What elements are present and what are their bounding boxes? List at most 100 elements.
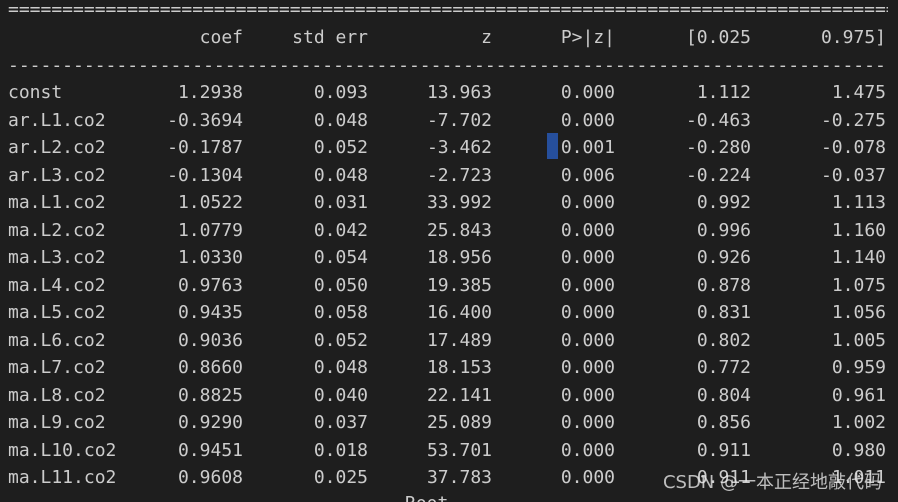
row-p-value: 0.000 <box>560 467 615 488</box>
table-row: ma.L7.co2 0.8660 0.048 18.153 0.000 0.772 0.95… <box>0 354 898 381</box>
top-rule: ========================================… <box>8 0 888 20</box>
row-name: ma.L4.co2 <box>8 275 106 296</box>
table-row: ar.L1.co2 -0.3694 0.048 -7.702 0.000 -0.463 -0… <box>0 107 898 134</box>
row-name: ma.L5.co2 <box>8 302 106 323</box>
text-cursor <box>547 133 558 159</box>
row-ci-low: -0.224 <box>685 165 751 186</box>
row-std-err: 0.050 <box>313 275 368 296</box>
row-z: 19.385 <box>426 275 492 296</box>
table-row: ma.L2.co2 1.0779 0.042 25.843 0.000 0.996 1.16… <box>0 217 898 244</box>
row-std-err: 0.018 <box>313 440 368 461</box>
row-z: 22.141 <box>426 385 492 406</box>
row-ci-low: 0.772 <box>696 357 751 378</box>
row-std-err: 0.048 <box>313 165 368 186</box>
row-p-value: 0.000 <box>560 110 615 131</box>
row-p-value: 0.000 <box>560 220 615 241</box>
row-name: const <box>8 82 63 103</box>
row-p-value: 0.000 <box>560 82 615 103</box>
row-std-err: 0.048 <box>313 110 368 131</box>
row-z: 13.963 <box>426 82 492 103</box>
table-row: ma.L8.co2 0.8825 0.040 22.141 0.000 0.804 0.96… <box>0 382 898 409</box>
row-ci-high: -0.078 <box>820 137 886 158</box>
table-row: ma.L6.co2 0.9036 0.052 17.489 0.000 0.802 1.00… <box>0 327 898 354</box>
table-row: ma.L5.co2 0.9435 0.058 16.400 0.000 0.831 1.05… <box>0 299 898 326</box>
cutoff-text: Root <box>405 494 448 502</box>
table-row: ma.L1.co2 1.0522 0.031 33.992 0.000 0.992 1.11… <box>0 189 898 216</box>
row-z: -7.702 <box>426 110 492 131</box>
table-row: ar.L3.co2 -0.1304 0.048 -2.723 0.006 -0.224 -0… <box>0 162 898 189</box>
row-ci-low: 0.878 <box>696 275 751 296</box>
row-p-value: 0.000 <box>560 302 615 323</box>
row-std-err: 0.054 <box>313 247 368 268</box>
row-ci-high: 1.075 <box>831 275 886 296</box>
header-std-err: std err <box>292 27 368 48</box>
header-z: z <box>481 27 492 48</box>
row-std-err: 0.031 <box>313 192 368 213</box>
header-ci-high: 0.975] <box>820 27 886 48</box>
header-coef: coef <box>199 27 243 48</box>
row-ci-high: 0.980 <box>831 440 886 461</box>
row-coef: 0.9608 <box>177 467 243 488</box>
row-ci-low: -0.463 <box>685 110 751 131</box>
row-ci-high: 1.002 <box>831 412 886 433</box>
row-ci-low: 0.831 <box>696 302 751 323</box>
row-std-err: 0.037 <box>313 412 368 433</box>
row-z: 53.701 <box>426 440 492 461</box>
table-row: ma.L4.co2 0.9763 0.050 19.385 0.000 0.878 1.07… <box>0 272 898 299</box>
row-z: 18.153 <box>426 357 492 378</box>
row-name: ma.L10.co2 <box>8 440 117 461</box>
row-name: ar.L2.co2 <box>8 137 106 158</box>
row-ci-high: 1.140 <box>831 247 886 268</box>
row-z: 33.992 <box>426 192 492 213</box>
row-z: -2.723 <box>426 165 492 186</box>
row-ci-low: 0.992 <box>696 192 751 213</box>
row-ci-low: 0.996 <box>696 220 751 241</box>
table-row: ma.L10.co2 0.9451 0.018 53.701 0.000 0.911 0.9… <box>0 437 898 464</box>
row-name: ma.L9.co2 <box>8 412 106 433</box>
row-coef: 1.0779 <box>177 220 243 241</box>
header-rule: ----------------------------------------… <box>8 56 888 76</box>
terminal-output[interactable]: ========================================… <box>0 0 898 502</box>
row-ci-high: 1.005 <box>831 330 886 351</box>
row-ci-high: 1.475 <box>831 82 886 103</box>
row-z: 25.089 <box>426 412 492 433</box>
row-p-value: 0.000 <box>560 330 615 351</box>
row-ci-low: 1.112 <box>696 82 751 103</box>
row-ci-low: 0.926 <box>696 247 751 268</box>
row-p-value: 0.000 <box>560 440 615 461</box>
row-ci-low: 0.802 <box>696 330 751 351</box>
row-p-value: 0.000 <box>560 275 615 296</box>
row-ci-high: 1.113 <box>831 192 886 213</box>
table-row: ma.L9.co2 0.9290 0.037 25.089 0.000 0.856 1.00… <box>0 409 898 436</box>
row-ci-high: 1.056 <box>831 302 886 323</box>
row-z: 17.489 <box>426 330 492 351</box>
row-coef: 1.0330 <box>177 247 243 268</box>
row-ci-low: 0.911 <box>696 440 751 461</box>
row-name: ma.L1.co2 <box>8 192 106 213</box>
row-p-value: 0.000 <box>560 192 615 213</box>
row-std-err: 0.048 <box>313 357 368 378</box>
row-std-err: 0.042 <box>313 220 368 241</box>
row-ci-low: 0.804 <box>696 385 751 406</box>
table-row: ma.L3.co2 1.0330 0.054 18.956 0.000 0.926 1.14… <box>0 244 898 271</box>
row-coef: 0.9451 <box>177 440 243 461</box>
row-p-value: 0.000 <box>560 357 615 378</box>
row-name: ma.L11.co2 <box>8 467 117 488</box>
row-z: 25.843 <box>426 220 492 241</box>
row-coef: 0.9036 <box>177 330 243 351</box>
row-coef: 1.2938 <box>177 82 243 103</box>
row-name: ma.L2.co2 <box>8 220 106 241</box>
row-ci-high: -0.037 <box>820 165 886 186</box>
row-p-value: 0.000 <box>560 247 615 268</box>
row-z: 16.400 <box>426 302 492 323</box>
row-coef: 0.9290 <box>177 412 243 433</box>
row-std-err: 0.093 <box>313 82 368 103</box>
row-ci-low: -0.280 <box>685 137 751 158</box>
row-p-value: 0.001 <box>560 137 615 158</box>
row-p-value: 0.000 <box>560 412 615 433</box>
row-name: ma.L8.co2 <box>8 385 106 406</box>
row-p-value: 0.000 <box>560 385 615 406</box>
row-std-err: 0.052 <box>313 330 368 351</box>
row-name: ma.L6.co2 <box>8 330 106 351</box>
header-p-value: P>|z| <box>560 27 615 48</box>
